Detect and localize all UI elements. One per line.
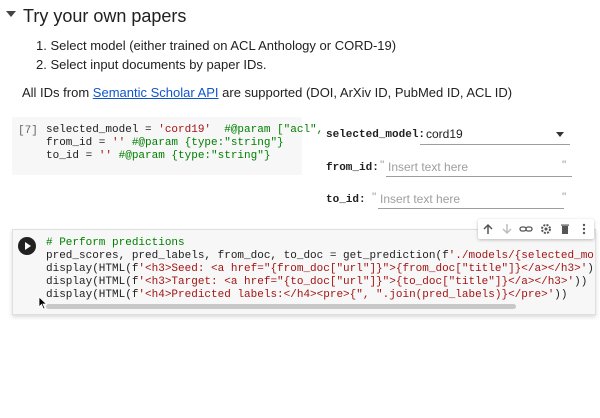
code-line: display(HTML(f'<h4>Predicted labels:</h4… — [46, 289, 594, 302]
code-string: '' — [98, 150, 113, 162]
selected-model-label: selected_model: — [326, 129, 426, 141]
code-comment: #@param {type:"string"} — [125, 137, 284, 149]
run-cell-button[interactable] — [18, 237, 36, 255]
ids-note-suffix: are supported (DOI, ArXiv ID, PubMed ID,… — [218, 85, 513, 100]
trash-icon[interactable] — [558, 222, 572, 236]
gear-icon[interactable] — [539, 222, 553, 236]
from-id-field[interactable] — [386, 158, 572, 177]
code-line: selected_model = 'cord19' #@param ["acl"… — [46, 124, 323, 137]
quote-open: " — [380, 158, 385, 172]
selected-model-select[interactable]: cord19 — [420, 124, 570, 145]
chevron-down-icon — [556, 132, 564, 137]
quote-close: " — [562, 158, 567, 172]
code-token: selected_model = — [46, 124, 159, 136]
code-line: display(HTML(f'<h3>Target: <a href="{to_… — [46, 276, 594, 289]
code-string: 'cord19' — [158, 124, 212, 136]
arrow-up-icon[interactable] — [481, 222, 495, 236]
to-id-field[interactable] — [378, 190, 564, 209]
code-token: display(HTML(f — [46, 263, 139, 275]
code-line: to_id = '' #@param {type:"string"} — [46, 150, 270, 163]
code-comment: #@param ["acl", — [211, 124, 324, 136]
more-vert-icon[interactable] — [577, 222, 591, 236]
code-token: pred_scores, pred_labels, from_doc, to_d… — [46, 250, 449, 262]
code-token: display(HTML(f — [46, 289, 139, 301]
code-string: '<h3>Seed: <a href="{from_doc["url"]}">{… — [138, 263, 588, 275]
code-token: to_id = — [46, 150, 99, 162]
code-string: '' — [112, 137, 126, 149]
code-token: from_id = — [46, 137, 113, 149]
code-line: pred_scores, pred_labels, from_doc, to_d… — [46, 250, 594, 263]
quote-close: " — [562, 190, 567, 204]
code-comment: #@param {type:"string"} — [112, 150, 271, 162]
from-id-label: from_id: — [326, 162, 379, 174]
ids-note-prefix: All IDs from — [22, 85, 93, 100]
step-item: 1. Select model (either trained on ACL A… — [36, 38, 397, 53]
semantic-scholar-link[interactable]: Semantic Scholar API — [93, 85, 219, 100]
collapse-caret-icon[interactable] — [6, 11, 16, 17]
step-item: 2. Select input documents by paper IDs. — [36, 57, 267, 72]
arrow-down-icon[interactable] — [500, 222, 514, 236]
code-token: )) — [554, 289, 568, 301]
execution-count: [7] — [18, 125, 38, 137]
code-string: '<h3>Target: <a href="{to_doc["url"]}">{… — [138, 276, 575, 288]
cell-toolbar — [478, 219, 594, 239]
code-line: from_id = '' #@param {type:"string"} — [46, 137, 284, 150]
link-icon[interactable] — [519, 222, 533, 236]
code-line: display(HTML(f'<h3>Seed: <a href="{from_… — [46, 263, 594, 276]
quote-open: " — [372, 190, 377, 204]
play-icon — [25, 242, 31, 250]
to-id-label: to_id: — [326, 194, 366, 206]
mouse-cursor-icon — [38, 296, 48, 315]
to-id-input[interactable] — [378, 192, 550, 206]
code-token: )) — [587, 263, 594, 275]
code-block: # Perform predictions pred_scores, pred_l… — [46, 237, 594, 302]
code-string: '<h4>Predicted labels:</h4><pre>{", ".jo… — [138, 289, 555, 301]
ids-note: All IDs from Semantic Scholar API are su… — [22, 85, 512, 100]
code-token: display(HTML(f — [46, 276, 139, 288]
horizontal-scrollbar[interactable] — [46, 304, 516, 309]
section-title: Try your own papers — [23, 6, 187, 26]
code-token: )) — [574, 276, 588, 288]
code-string: './models/{selected_model}/scibe — [448, 250, 594, 262]
from-id-input[interactable] — [386, 160, 558, 174]
selected-model-value: cord19 — [426, 127, 463, 141]
